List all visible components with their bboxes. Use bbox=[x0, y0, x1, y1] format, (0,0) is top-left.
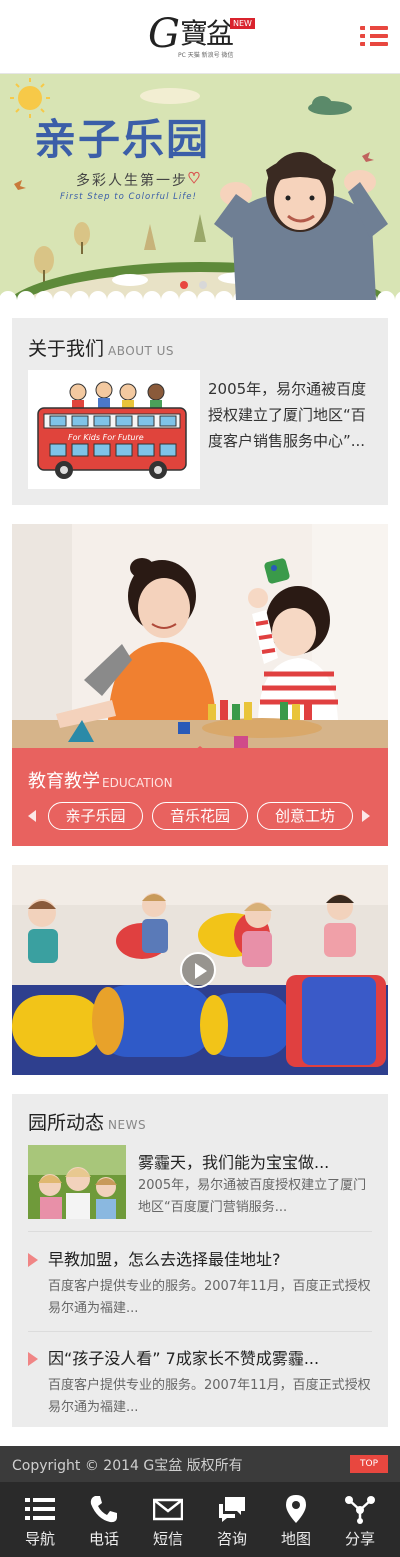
tab-parent-child-park[interactable]: 亲子乐园 bbox=[48, 802, 143, 830]
about-text[interactable]: 2005年，易尔通被百度授权建立了厦门地区“百度客户销售服务中心”... bbox=[208, 376, 370, 454]
bullet-arrow-icon bbox=[28, 1253, 38, 1267]
bullet-arrow-icon bbox=[28, 1352, 38, 1366]
bus-illustration: For Kids For Future bbox=[28, 370, 200, 489]
tab-music-garden[interactable]: 音乐花园 bbox=[152, 802, 248, 830]
about-title: 关于我们 ABOUT US bbox=[28, 334, 174, 361]
about-title-en: ABOUT US bbox=[108, 344, 175, 358]
tabs-next-arrow-icon[interactable] bbox=[362, 810, 370, 822]
phone-icon bbox=[90, 1496, 117, 1523]
banner-pagination bbox=[180, 274, 213, 293]
banner-dot-2[interactable] bbox=[199, 281, 208, 289]
news-divider bbox=[28, 1231, 372, 1232]
menu-icon bbox=[25, 1498, 55, 1520]
news-featured-desc: 2005年，易尔通被百度授权建立了厦门地区“百度厦门营销服务... bbox=[138, 1178, 367, 1215]
video-player[interactable] bbox=[12, 865, 388, 1075]
share-icon bbox=[345, 1496, 375, 1524]
play-icon[interactable] bbox=[180, 952, 216, 988]
bottom-nav: 导航 电话 短信 咨询 地图 分享 bbox=[0, 1482, 400, 1557]
news-featured-image[interactable] bbox=[28, 1145, 126, 1219]
banner-dot-1[interactable] bbox=[180, 281, 188, 289]
copyright-text: Copyright © 2014 G宝盆 版权所有 bbox=[12, 1458, 243, 1474]
nav-item-share[interactable]: 分享 bbox=[328, 1482, 392, 1557]
hero-banner[interactable]: 亲子乐园 多彩人生第一步 First Step to Colorful Life… bbox=[0, 74, 400, 300]
news-item-title[interactable]: 早教加盟，怎么去选择最佳地址? bbox=[48, 1246, 281, 1270]
news-divider bbox=[28, 1331, 372, 1332]
education-title: 教育教学 EDUCATION bbox=[28, 767, 173, 793]
education-photo[interactable] bbox=[12, 524, 388, 748]
mail-icon bbox=[153, 1498, 183, 1521]
news-item[interactable]: 因“孩子没人看” 7成家长不赞成雾霾... 百度客户提供专业的服务。2007年1… bbox=[28, 1345, 372, 1415]
education-tabs: 亲子乐园 音乐花园 创意工坊 bbox=[12, 802, 388, 830]
logo-name: 寶盆 bbox=[180, 17, 234, 50]
news-featured-title[interactable]: 雾霾天，我们能为宝宝做... bbox=[138, 1149, 329, 1173]
news-item-desc: 百度客户提供专业的服务。2007年11月，百度正式授权易尔通为福建... bbox=[48, 1378, 371, 1415]
banner-illustration bbox=[0, 74, 400, 300]
education-photo-art bbox=[12, 524, 388, 748]
education-section: 教育教学 EDUCATION 亲子乐园 音乐花园 创意工坊 bbox=[12, 524, 388, 846]
nav-item-map[interactable]: 地图 bbox=[264, 1482, 328, 1557]
news-title: 园所动态 NEWS bbox=[28, 1108, 146, 1135]
banner-title: 亲子乐园 bbox=[34, 115, 211, 164]
menu-icon[interactable] bbox=[360, 24, 388, 50]
copyright-bar: Copyright © 2014 G宝盆 版权所有 TOP bbox=[0, 1446, 400, 1482]
nav-item-phone[interactable]: 电话 bbox=[72, 1482, 136, 1557]
nav-item-sms[interactable]: 短信 bbox=[136, 1482, 200, 1557]
edu-pointer bbox=[190, 746, 210, 754]
news-title-en: NEWS bbox=[108, 1118, 147, 1132]
nav-label: 咨询 bbox=[216, 1530, 247, 1548]
about-image[interactable]: For Kids For Future bbox=[28, 370, 200, 489]
education-title-en: EDUCATION bbox=[102, 776, 173, 790]
back-to-top-button[interactable]: TOP bbox=[350, 1455, 388, 1473]
nav-item-menu[interactable]: 导航 bbox=[8, 1482, 72, 1557]
nav-label: 短信 bbox=[152, 1530, 183, 1548]
nav-item-consult[interactable]: 咨询 bbox=[200, 1482, 264, 1557]
tab-creative-workshop[interactable]: 创意工坊 bbox=[257, 802, 353, 830]
news-item[interactable]: 早教加盟，怎么去选择最佳地址? 百度客户提供专业的服务。2007年11月，百度正… bbox=[28, 1246, 372, 1316]
tabs-prev-arrow-icon[interactable] bbox=[28, 810, 36, 822]
nav-label: 地图 bbox=[280, 1530, 311, 1548]
education-title-cn: 教育教学 bbox=[28, 771, 100, 792]
banner-subtitle-en: First Step to Colorful Life! bbox=[60, 192, 197, 202]
news-section: 园所动态 NEWS 雾霾天，我们能为宝宝做... 2005年，易尔通被百度授权建立… bbox=[12, 1094, 388, 1427]
header: G 寶盆 NEW PC 天猫 新浪号 微信 bbox=[0, 0, 400, 74]
nav-label: 导航 bbox=[24, 1530, 55, 1548]
about-title-cn: 关于我们 bbox=[28, 338, 105, 360]
logo-letter: G bbox=[148, 11, 180, 57]
bus-caption: For Kids For Future bbox=[68, 433, 144, 442]
nav-label: 电话 bbox=[88, 1530, 119, 1548]
news-featured-photo bbox=[28, 1145, 126, 1219]
chat-icon bbox=[219, 1497, 245, 1522]
news-item-desc: 百度客户提供专业的服务。2007年11月，百度正式授权易尔通为福建... bbox=[48, 1279, 371, 1316]
news-item-title[interactable]: 因“孩子没人看” 7成家长不赞成雾霾... bbox=[48, 1345, 319, 1369]
logo-tagline: PC 天猫 新浪号 微信 bbox=[178, 52, 234, 59]
banner-subtitle: 多彩人生第一步 bbox=[76, 173, 188, 189]
map-pin-icon bbox=[286, 1495, 306, 1523]
news-title-cn: 园所动态 bbox=[28, 1112, 105, 1134]
nav-label: 分享 bbox=[344, 1530, 375, 1548]
about-section: 关于我们 ABOUT US For Kids For Future 2005年，… bbox=[12, 318, 388, 505]
logo-new-badge: NEW bbox=[230, 18, 255, 29]
site-logo[interactable]: G 寶盆 NEW PC 天猫 新浪号 微信 bbox=[148, 12, 258, 62]
